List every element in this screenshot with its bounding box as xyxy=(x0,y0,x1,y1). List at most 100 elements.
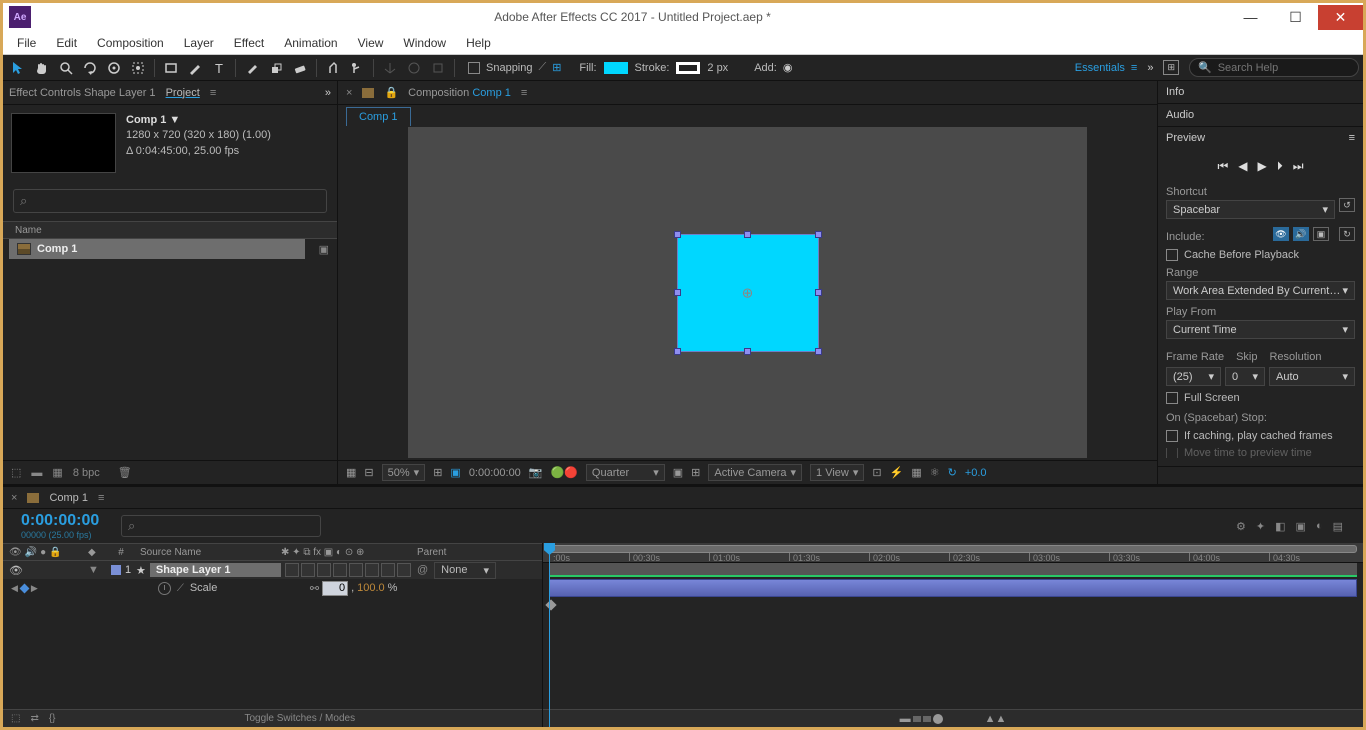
workspace-selector[interactable]: Essentials ≡ xyxy=(1075,62,1138,74)
stopwatch-icon[interactable] xyxy=(158,582,171,595)
menu-edit[interactable]: Edit xyxy=(46,32,87,54)
anchor-point-icon[interactable]: ⊕ xyxy=(742,284,754,301)
current-timecode[interactable]: 0:00:00:00 xyxy=(21,512,113,530)
time-ruler[interactable]: :00s00:30s01:00s01:30s02:00s02:30s03:00s… xyxy=(543,543,1363,563)
panel-overflow-icon[interactable]: » xyxy=(325,87,331,99)
name-column-header[interactable]: Name xyxy=(15,225,42,236)
panel-menu-icon[interactable]: ≡ xyxy=(210,87,216,99)
delete-icon[interactable]: 🗑 xyxy=(118,466,132,479)
tab-effect-controls[interactable]: Effect Controls Shape Layer 1 xyxy=(9,87,156,99)
include-audio-icon[interactable]: 🔊 xyxy=(1293,227,1309,241)
shortcut-select[interactable]: Spacebar▾ xyxy=(1166,200,1335,219)
zoom-slider[interactable]: ▬ ▲▲ xyxy=(900,713,1007,725)
fill-swatch[interactable] xyxy=(603,61,629,75)
search-input[interactable] xyxy=(1218,62,1350,74)
puppet-tool[interactable] xyxy=(346,57,368,79)
lock-col-icon[interactable]: 🔒 xyxy=(49,547,61,558)
parent-dropdown[interactable]: None▾ xyxy=(434,562,496,579)
project-item-comp1[interactable]: Comp 1 xyxy=(9,239,305,259)
pixel-ratio-icon[interactable]: ⊡ xyxy=(872,466,881,479)
hand-tool[interactable] xyxy=(31,57,53,79)
render-queue-icon[interactable]: ⬚ xyxy=(11,713,20,724)
draft-3d-icon[interactable]: ✦ xyxy=(1256,520,1265,533)
shy-switch[interactable] xyxy=(285,563,299,577)
eraser-tool[interactable] xyxy=(289,57,311,79)
project-thumbnail[interactable] xyxy=(11,113,116,173)
search-help[interactable]: 🔍 xyxy=(1189,58,1359,77)
layer-row[interactable]: 👁 ▼ 1 ★Shape Layer 1 @ None▾ xyxy=(3,561,542,579)
close-tab-icon[interactable]: × xyxy=(346,87,352,99)
transparency-icon[interactable]: ▣ xyxy=(450,466,460,479)
audio-col-icon[interactable]: 🔊 xyxy=(25,547,37,558)
roto-tool[interactable] xyxy=(322,57,344,79)
fast-preview-icon[interactable]: ⚡ xyxy=(890,466,904,479)
snapshot-icon[interactable]: 📷 xyxy=(529,466,543,479)
brush-tool[interactable] xyxy=(241,57,263,79)
label-col-icon[interactable]: ◆ xyxy=(88,547,106,558)
quality-switch[interactable] xyxy=(317,563,331,577)
collapse-switch[interactable] xyxy=(301,563,315,577)
twirl-icon[interactable]: ▼ xyxy=(88,564,99,576)
rectangle-tool[interactable] xyxy=(160,57,182,79)
framerate-select[interactable]: (25)▾ xyxy=(1166,367,1221,386)
menu-layer[interactable]: Layer xyxy=(174,32,224,54)
solo-col-icon[interactable]: ● xyxy=(40,547,46,558)
bpc-label[interactable]: 8 bpc xyxy=(73,467,100,479)
work-area-bar[interactable] xyxy=(549,545,1357,553)
range-select[interactable]: Work Area Extended By Current…▾ xyxy=(1166,281,1355,300)
axis-tool-2[interactable] xyxy=(403,57,425,79)
reset-exposure-icon[interactable]: ↻ xyxy=(948,466,957,479)
add-key-button[interactable] xyxy=(19,583,29,593)
maximize-button[interactable]: ☐ xyxy=(1273,5,1318,30)
handle-br[interactable] xyxy=(815,348,822,355)
last-frame-button[interactable]: ⏭ xyxy=(1293,159,1304,174)
grid-guides-icon[interactable]: ⊞ xyxy=(691,466,700,479)
magnification-icon[interactable]: ⊟ xyxy=(364,466,373,479)
playfrom-select[interactable]: Current Time▾ xyxy=(1166,320,1355,339)
first-frame-button[interactable]: ⏮ xyxy=(1217,159,1228,174)
pickwhip-icon[interactable]: @ xyxy=(417,564,428,576)
grid-icon[interactable]: ⊞ xyxy=(1163,60,1179,75)
viewport[interactable]: ⊕ xyxy=(408,127,1087,458)
include-video-icon[interactable]: 👁 xyxy=(1273,227,1289,241)
scale-x-input[interactable] xyxy=(322,581,348,596)
reset-icon[interactable]: ↺ xyxy=(1339,198,1355,212)
audio-panel-header[interactable]: Audio xyxy=(1166,109,1194,121)
prev-frame-button[interactable]: ◀ xyxy=(1238,159,1247,174)
exposure-value[interactable]: +0.0 xyxy=(965,467,987,479)
keyframe-diamond[interactable] xyxy=(545,599,556,610)
graph-icon[interactable]: ⟋ xyxy=(177,583,184,594)
menu-composition[interactable]: Composition xyxy=(87,32,174,54)
timeline-icon[interactable]: ▦ xyxy=(911,466,921,479)
frame-blend-icon[interactable]: ▣ xyxy=(1296,520,1306,533)
adjustment-switch[interactable] xyxy=(381,563,395,577)
folder-icon[interactable]: ▣ xyxy=(311,243,337,256)
frame-blend-switch[interactable] xyxy=(349,563,363,577)
view-dropdown[interactable]: 1 View▾ xyxy=(810,464,864,481)
minimize-button[interactable]: — xyxy=(1228,5,1273,30)
text-tool[interactable]: T xyxy=(208,57,230,79)
preview-panel-header[interactable]: Preview xyxy=(1166,132,1205,144)
handle-l[interactable] xyxy=(674,289,681,296)
ifcaching-checkbox[interactable] xyxy=(1166,430,1178,442)
snap-icon-2[interactable]: ⊞ xyxy=(552,61,561,74)
comp-tab[interactable]: Comp 1 xyxy=(346,107,411,126)
menu-help[interactable]: Help xyxy=(456,32,501,54)
anchor-tool[interactable] xyxy=(127,57,149,79)
scale-y-value[interactable]: 100.0 xyxy=(357,582,385,594)
stroke-swatch[interactable] xyxy=(675,61,701,75)
shy-icon[interactable]: ◧ xyxy=(1275,520,1285,533)
playhead[interactable] xyxy=(549,543,550,727)
menu-file[interactable]: File xyxy=(7,32,46,54)
snap-icon-1[interactable]: ⟋ xyxy=(539,61,547,74)
channel-icon[interactable]: 🟢🔴 xyxy=(551,466,578,479)
next-frame-button[interactable]: ⏵ xyxy=(1277,159,1283,174)
video-toggle[interactable]: 👁 xyxy=(9,564,23,577)
add-button[interactable]: ◉ xyxy=(783,61,793,74)
tab-project[interactable]: Project xyxy=(166,87,200,99)
source-name-column[interactable]: Source Name xyxy=(136,547,281,558)
cache-checkbox[interactable] xyxy=(1166,249,1178,261)
handle-bl[interactable] xyxy=(674,348,681,355)
include-overlays-icon[interactable]: ▣ xyxy=(1313,227,1329,241)
property-name[interactable]: Scale xyxy=(190,582,218,594)
